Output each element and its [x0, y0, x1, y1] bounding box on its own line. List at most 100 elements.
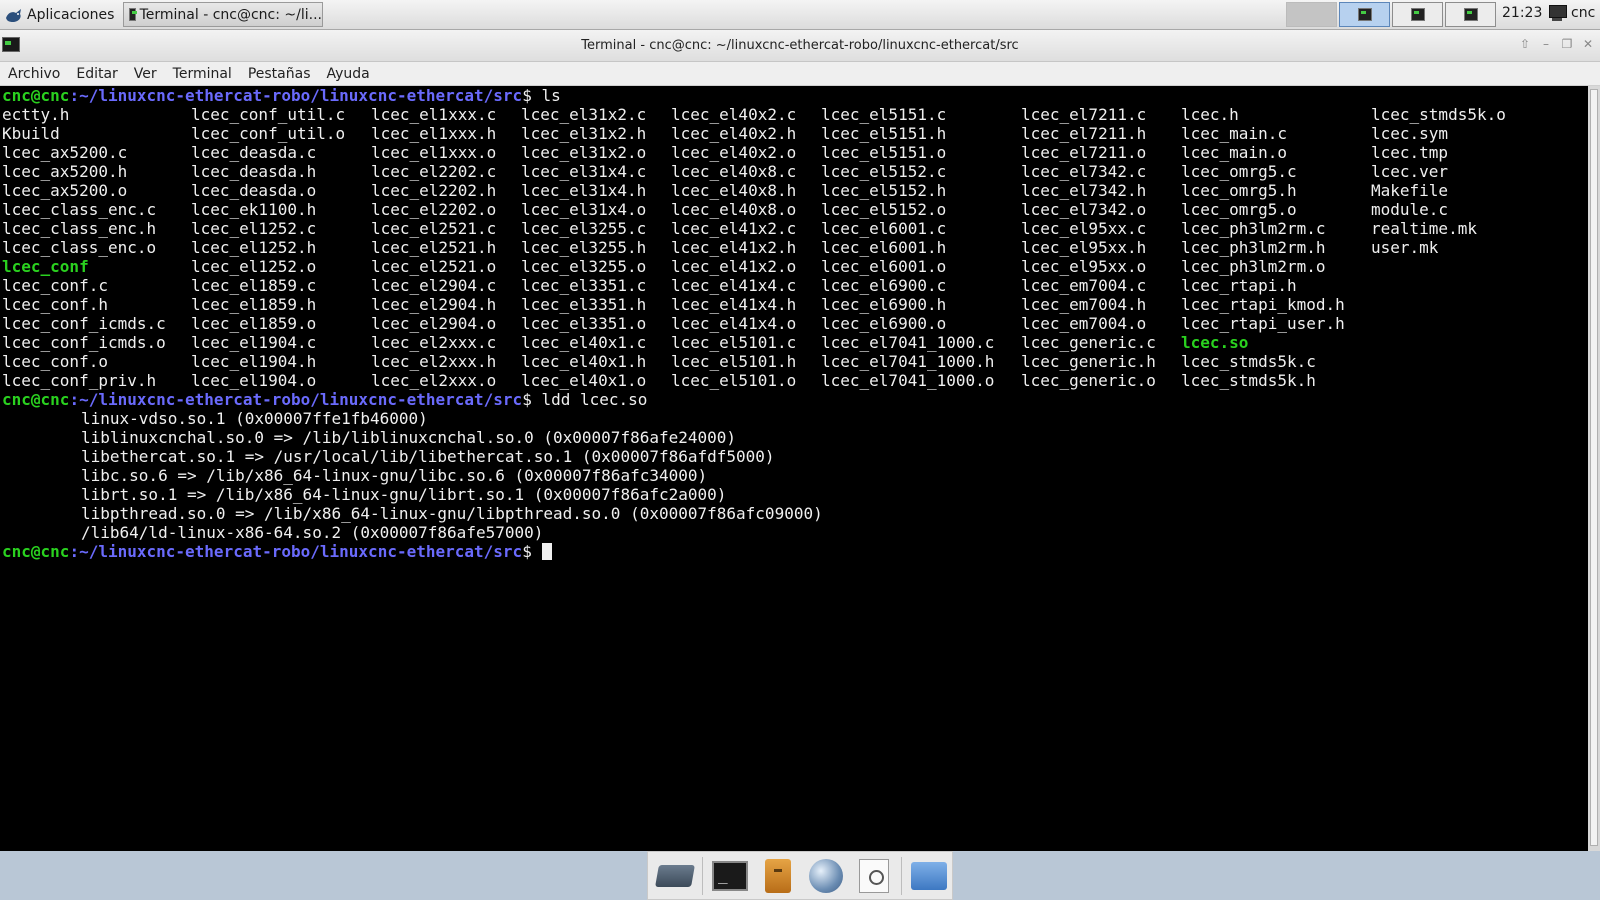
app-finder-launcher[interactable]	[853, 855, 895, 897]
web-browser-launcher[interactable]	[805, 855, 847, 897]
file-entry: lcec_el2xxx.h	[371, 352, 497, 371]
computer-icon	[1548, 4, 1567, 22]
file-entry: lcec_em7004.h	[1021, 295, 1147, 314]
roll-up-icon[interactable]: ⇧	[1517, 36, 1533, 52]
file-entry: lcec.so	[1181, 333, 1249, 352]
desktop-icon	[655, 864, 695, 887]
show-desktop-launcher[interactable]	[654, 855, 696, 897]
menu-ver[interactable]: Ver	[126, 62, 165, 85]
file-entry: lcec_rtapi_user.h	[1181, 314, 1345, 333]
user-menu[interactable]: cnc	[1548, 4, 1595, 22]
maximize-icon[interactable]: ❐	[1559, 36, 1575, 52]
scrollbar-thumb[interactable]	[1590, 89, 1598, 846]
file-entry: lcec_rtapi_kmod.h	[1181, 295, 1345, 314]
file-entry: lcec_el40x2.h	[671, 124, 797, 143]
file-entry: lcec_el40x8.o	[671, 200, 797, 219]
file-entry: lcec_el6001.h	[821, 238, 947, 257]
prompt-user: cnc@cnc	[2, 86, 70, 105]
file-entry: lcec_conf_icmds.c	[2, 314, 166, 333]
menu-terminal[interactable]: Terminal	[165, 62, 240, 85]
terminal-launcher[interactable]	[709, 855, 751, 897]
terminal-icon	[1410, 8, 1425, 21]
file-entry: lcec_conf_priv.h	[2, 371, 157, 390]
file-entry: lcec_el7342.o	[1021, 200, 1147, 219]
file-manager-launcher[interactable]	[757, 855, 799, 897]
file-entry: Kbuild	[2, 124, 60, 143]
workspace-4[interactable]	[1445, 2, 1496, 27]
file-entry: lcec_el40x8.h	[671, 181, 797, 200]
file-entry: lcec_class_enc.o	[2, 238, 157, 257]
terminal-icon	[1357, 8, 1372, 21]
file-entry: lcec_el2202.h	[371, 181, 497, 200]
file-entry: lcec_conf.c	[2, 276, 108, 295]
terminal-icon	[129, 8, 137, 21]
file-entry: lcec_el2904.c	[371, 276, 497, 295]
file-entry: lcec_el2521.c	[371, 219, 497, 238]
file-entry: lcec_omrg5.c	[1181, 162, 1297, 181]
workspace-switcher	[1286, 2, 1496, 27]
prompt-user: cnc@cnc	[2, 390, 70, 409]
minimize-icon[interactable]: –	[1538, 36, 1554, 52]
file-entry: lcec_el6900.c	[821, 276, 947, 295]
prompt-line: cnc@cnc:~/linuxcnc-ethercat-robo/linuxcn…	[0, 542, 1588, 561]
file-entry: lcec_rtapi.h	[1181, 276, 1297, 295]
window-titlebar[interactable]: Terminal - cnc@cnc: ~/linuxcnc-ethercat-…	[0, 30, 1600, 62]
text-cursor	[542, 543, 553, 560]
file-entry: lcec_el5101.h	[671, 352, 797, 371]
file-entry: lcec.tmp	[1371, 143, 1449, 162]
file-entry: lcec_el1xxx.o	[371, 143, 497, 162]
workspace-1[interactable]	[1286, 2, 1337, 27]
file-entry: lcec_el40x2.o	[671, 143, 797, 162]
prompt-symbol: $	[522, 390, 542, 409]
terminal-icon	[1463, 8, 1478, 21]
file-entry: lcec.sym	[1371, 124, 1449, 143]
file-entry: lcec_el2xxx.c	[371, 333, 497, 352]
file-entry: lcec.ver	[1371, 162, 1449, 181]
ls-column: lcec_stmds5k.o lcec.sym lcec.tmp lcec.ver Ma…	[1371, 105, 1506, 257]
workspace-3[interactable]	[1392, 2, 1443, 27]
folder-launcher[interactable]	[908, 855, 950, 897]
file-entry: lcec_conf.h	[2, 295, 108, 314]
file-entry: lcec_el1904.c	[191, 333, 317, 352]
taskbar-terminal-button[interactable]: Terminal - cnc@cnc: ~/li...	[123, 2, 323, 27]
file-entry: lcec_el5152.o	[821, 200, 947, 219]
top-panel: Aplicaciones Terminal - cnc@cnc: ~/li...…	[0, 0, 1600, 30]
file-entry: lcec_em7004.c	[1021, 276, 1147, 295]
applications-menu[interactable]: Aplicaciones	[4, 3, 114, 27]
clock[interactable]: 21:23	[1502, 5, 1542, 21]
file-entry: lcec_el1859.o	[191, 314, 317, 333]
workspace-2[interactable]	[1339, 2, 1390, 27]
file-entry: lcec_el7211.c	[1021, 105, 1147, 124]
file-entry: lcec_main.o	[1181, 143, 1287, 162]
file-entry: lcec_generic.o	[1021, 371, 1156, 390]
menu-archivo[interactable]: Archivo	[0, 62, 68, 85]
file-entry: lcec_el31x4.h	[521, 181, 647, 200]
file-entry: lcec_el31x2.h	[521, 124, 647, 143]
file-entry: lcec_el2202.o	[371, 200, 497, 219]
file-entry: lcec_el5151.h	[821, 124, 947, 143]
file-entry: lcec_el40x2.c	[671, 105, 797, 124]
ls-column: lcec_conf_util.c lcec_conf_util.o lcec_dea…	[191, 105, 345, 390]
ls-column: lcec_el1xxx.c lcec_el1xxx.h lcec_el1xxx.o l…	[371, 105, 496, 390]
prompt-path: :~/linuxcnc-ethercat-robo/linuxcnc-ether…	[69, 86, 523, 105]
menu-ayuda[interactable]: Ayuda	[319, 62, 378, 85]
file-entry: lcec_deasda.c	[191, 143, 317, 162]
terminal-scrollbar[interactable]	[1588, 86, 1600, 851]
terminal-output[interactable]: cnc@cnc:~/linuxcnc-ethercat-robo/linuxcn…	[0, 86, 1588, 851]
file-entry: lcec_el3255.c	[521, 219, 647, 238]
prompt-path: :~/linuxcnc-ethercat-robo/linuxcnc-ether…	[69, 542, 523, 561]
terminal-icon	[712, 860, 748, 891]
close-icon[interactable]: ✕	[1580, 36, 1596, 52]
prompt-symbol: $	[522, 86, 542, 105]
file-entry: lcec_deasda.h	[191, 162, 317, 181]
file-entry: realtime.mk	[1371, 219, 1477, 238]
window-title: Terminal - cnc@cnc: ~/linuxcnc-ethercat-…	[581, 38, 1019, 53]
file-entry: lcec_ph3lm2rm.h	[1181, 238, 1326, 257]
window-controls: ⇧ – ❐ ✕	[1517, 36, 1596, 52]
ls-column: lcec_el7211.c lcec_el7211.h lcec_el7211.o l…	[1021, 105, 1156, 390]
menu-pestanas[interactable]: Pestañas	[240, 62, 319, 85]
file-entry: lcec_el7211.o	[1021, 143, 1147, 162]
file-entry: lcec_ph3lm2rm.c	[1181, 219, 1326, 238]
file-entry: lcec_conf_util.o	[191, 124, 346, 143]
menu-editar[interactable]: Editar	[68, 62, 125, 85]
